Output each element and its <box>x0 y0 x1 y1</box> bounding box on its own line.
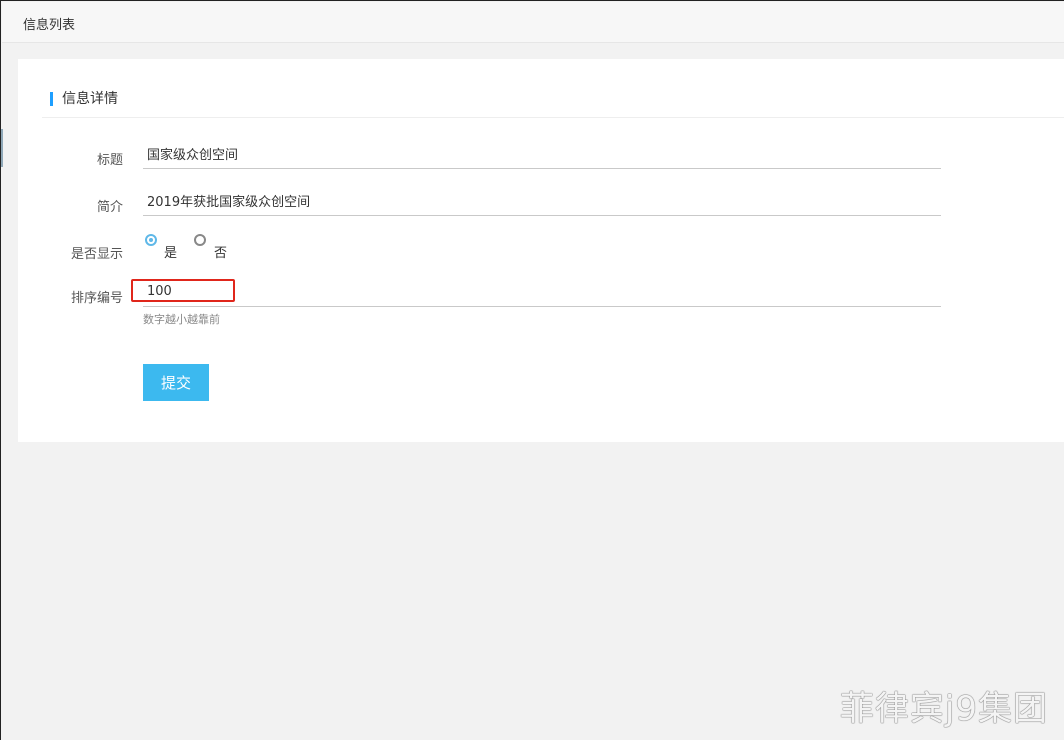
radio-no-label[interactable]: 否 <box>214 242 227 261</box>
detail-panel: 信息详情 标题 简介 是否显示 是 否 排序编号 数字越小越靠前 提交 <box>18 59 1064 442</box>
panel-title: 信息详情 <box>62 91 118 107</box>
intro-input[interactable] <box>143 186 941 216</box>
display-label: 是否显示 <box>70 247 123 262</box>
sort-hint: 数字越小越靠前 <box>143 313 220 326</box>
window-edge-marker <box>1 129 3 167</box>
radio-yes-label[interactable]: 是 <box>164 242 177 261</box>
sort-number-input[interactable] <box>143 277 941 307</box>
page-frame: 信息列表 信息详情 标题 简介 是否显示 是 否 排序编号 数字越小越靠前 提交… <box>0 0 1064 740</box>
page-breadcrumb-title[interactable]: 信息列表 <box>23 14 75 33</box>
radio-no[interactable] <box>194 234 206 246</box>
watermark-text: 菲律宾j9集团 <box>839 689 1048 729</box>
panel-header: 信息详情 <box>42 59 1064 118</box>
title-input[interactable] <box>143 139 941 169</box>
sort-label: 排序编号 <box>70 291 123 306</box>
submit-button[interactable]: 提交 <box>143 364 209 401</box>
title-label: 标题 <box>96 153 123 168</box>
top-bar: 信息列表 <box>2 2 1064 43</box>
title-accent-bar <box>50 92 53 106</box>
radio-yes[interactable] <box>145 234 157 246</box>
intro-label: 简介 <box>96 200 123 215</box>
